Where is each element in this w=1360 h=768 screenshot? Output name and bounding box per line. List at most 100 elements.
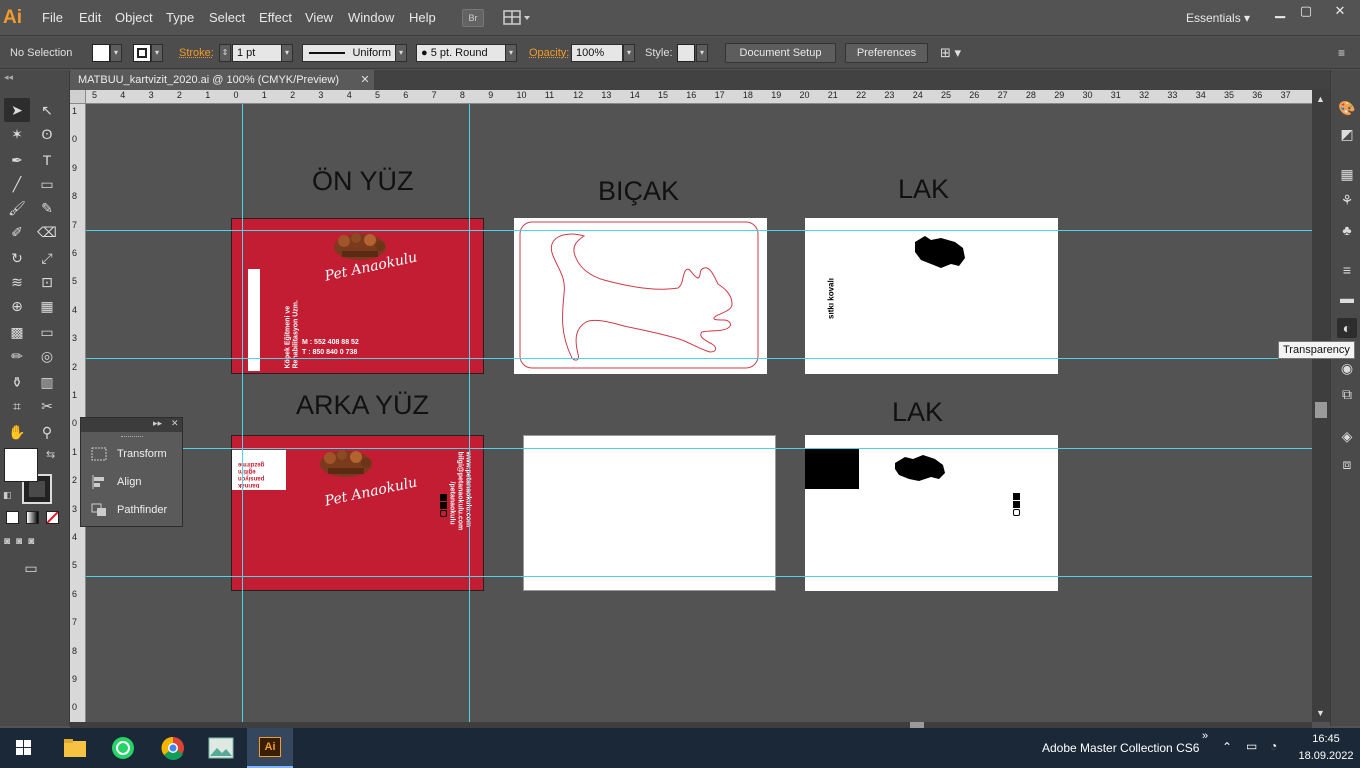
wifi-icon[interactable]: ◔ [1270, 739, 1277, 753]
lasso-tool-icon[interactable]: ʘ [34, 122, 60, 146]
appearance-icon[interactable]: ◉ [1337, 358, 1357, 378]
eraser-tool-icon[interactable]: ⌫ [34, 220, 60, 244]
menu-view[interactable]: View [305, 0, 333, 36]
stroke-panel-icon[interactable]: ≡ [1337, 260, 1357, 280]
opacity-input[interactable]: 100% [571, 44, 623, 62]
taskbar-clock[interactable]: 16:45 18.09.2022 [1296, 731, 1356, 765]
menu-help[interactable]: Help [409, 0, 436, 36]
gradient-tool-icon[interactable]: ▭ [34, 320, 60, 344]
symbol-sprayer-tool-icon[interactable]: ⚱ [4, 370, 30, 394]
brush-definition[interactable]: ● 5 pt. Round [416, 44, 506, 62]
default-colors-icon[interactable]: ◧ [3, 490, 12, 501]
show-hidden-icons-icon[interactable]: ⌃ [1222, 740, 1232, 754]
preferences-button[interactable]: Preferences [845, 43, 928, 63]
pen-tool-icon[interactable]: ✒ [4, 148, 30, 172]
expand-panel-icon[interactable]: ▸▸ [153, 418, 162, 429]
fill-swatch[interactable] [92, 44, 110, 62]
swap-colors-icon[interactable]: ⇆ [46, 448, 55, 461]
guide-horizontal[interactable] [86, 448, 1312, 449]
gradient-mode-icon[interactable] [26, 511, 39, 524]
arrange-documents-button[interactable] [502, 9, 532, 27]
image-viewer-button[interactable] [198, 728, 244, 768]
color-guide-icon[interactable]: ◩ [1337, 124, 1357, 144]
vertical-scrollbar[interactable]: ▲ ▼ [1312, 90, 1330, 722]
tray-app-label[interactable]: Adobe Master Collection CS6 [1042, 728, 1199, 768]
stroke-label[interactable]: Stroke: [179, 37, 214, 69]
knife-card-artboard[interactable] [514, 218, 767, 374]
stroke-swatch-dropdown[interactable]: ▾ [151, 44, 163, 62]
none-mode-icon[interactable] [46, 511, 59, 524]
artboard-canvas[interactable]: ÖN YÜZ BIÇAK LAK ARKA YÜZ LAK Pet Anaoku… [86, 104, 1312, 722]
variable-width-profile[interactable]: Uniform [302, 44, 396, 62]
horizontal-ruler[interactable]: 5 4 3 2 1 0 1 2 3 4 5 6 7 8 9 10 11 12 13 14 15 16 17 18 19 20 21 2… [86, 90, 1312, 104]
rectangle-tool-icon[interactable]: ▭ [34, 172, 60, 196]
close-window-button[interactable]: ✕ [1328, 2, 1352, 20]
stroke-weight-input[interactable]: 1 pt [232, 44, 282, 62]
brush-dropdown[interactable]: ▾ [505, 44, 517, 62]
slice-tool-icon[interactable]: ✂ [34, 394, 60, 418]
transform-panel-item[interactable]: Transform [91, 444, 167, 464]
gradient-panel-icon[interactable]: ▬ [1337, 288, 1357, 308]
menu-effect[interactable]: Effect [259, 0, 292, 36]
artboards-icon[interactable]: ⧈ [1337, 454, 1357, 474]
workspace-switcher[interactable]: Essentials ▾ [1186, 0, 1250, 36]
menu-object[interactable]: Object [115, 0, 153, 36]
magic-wand-tool-icon[interactable]: ✶ [4, 122, 30, 146]
scale-tool-icon[interactable]: ⤢ [34, 246, 60, 270]
guide-vertical[interactable] [469, 104, 470, 722]
chrome-button[interactable] [150, 728, 196, 768]
opacity-label[interactable]: Opacity: [529, 37, 569, 69]
column-graph-tool-icon[interactable]: ▥ [34, 370, 60, 394]
lak-top-card-artboard[interactable]: sıtkı kovalı [805, 218, 1058, 374]
stroke-stepper[interactable]: ⇕ [219, 44, 231, 62]
opacity-dropdown[interactable]: ▾ [623, 44, 635, 62]
artboard-tool-icon[interactable]: ⌗ [4, 394, 30, 418]
whatsapp-button[interactable] [100, 728, 146, 768]
type-tool-icon[interactable]: T [34, 148, 60, 172]
menu-type[interactable]: Type [166, 0, 194, 36]
align-panel-item[interactable]: Align [91, 472, 141, 492]
arrange-icon[interactable]: ⊞ ▾ [940, 37, 961, 69]
fill-dropdown[interactable]: ▾ [110, 44, 122, 62]
blob-brush-tool-icon[interactable]: ✐ [4, 220, 30, 244]
document-setup-button[interactable]: Document Setup [725, 43, 836, 63]
transparency-panel-icon[interactable]: ◐ [1337, 318, 1357, 338]
color-panel-icon[interactable]: 🎨 [1337, 98, 1357, 118]
line-segment-tool-icon[interactable]: ╱ [4, 172, 30, 196]
document-tab[interactable]: MATBUU_kartvizit_2020.ai @ 100% (CMYK/Pr… [70, 70, 374, 90]
perspective-grid-tool-icon[interactable]: ▦ [34, 294, 60, 318]
draw-modes-icon[interactable]: ◙◙◙ [4, 536, 66, 550]
graphic-style-dropdown[interactable]: ▾ [696, 44, 708, 62]
graphic-style-swatch[interactable] [677, 44, 695, 62]
guide-vertical[interactable] [242, 104, 243, 722]
restore-button[interactable]: ▢ [1294, 2, 1318, 20]
menu-file[interactable]: File [42, 0, 63, 36]
pathfinder-panel-item[interactable]: Pathfinder [91, 500, 167, 520]
layers-icon[interactable]: ◈ [1337, 426, 1357, 446]
panel-menu-icon[interactable]: ≡ [1338, 37, 1345, 69]
stroke-weight-dropdown[interactable]: ▾ [281, 44, 293, 62]
vertical-ruler[interactable]: 1098765432101234567890 [70, 104, 86, 722]
hand-tool-icon[interactable]: ✋ [4, 420, 30, 444]
lak-bottom-card-artboard[interactable] [805, 435, 1058, 591]
warp-tool-icon[interactable]: ≋ [4, 270, 30, 294]
minimize-button[interactable]: ▁ [1268, 2, 1292, 20]
swatches-icon[interactable]: ▦ [1337, 164, 1357, 184]
front-card-artboard[interactable]: Pet Anaokulu sıtkı kovalı Köpek Eğitmeni… [231, 218, 484, 374]
rotate-tool-icon[interactable]: ↻ [4, 246, 30, 270]
paintbrush-tool-icon[interactable]: 🖌 [4, 196, 30, 220]
file-explorer-button[interactable] [52, 728, 98, 768]
free-transform-tool-icon[interactable]: ⊡ [34, 270, 60, 294]
toolbar-expand-icon[interactable]: » [1202, 730, 1208, 742]
blend-tool-icon[interactable]: ◎ [34, 344, 60, 368]
panel-header[interactable]: ▸▸ ✕ [81, 418, 182, 432]
close-tab-icon[interactable]: ✕ [358, 70, 372, 90]
scroll-up-icon[interactable]: ▲ [1316, 94, 1325, 104]
brushes-icon[interactable]: ⚘ [1337, 190, 1357, 210]
menu-edit[interactable]: Edit [79, 0, 101, 36]
fill-color-icon[interactable] [4, 448, 38, 482]
selection-tool-icon[interactable]: ➤ [4, 98, 30, 122]
shape-builder-tool-icon[interactable]: ⊕ [4, 294, 30, 318]
back-card-artboard[interactable]: barınak pansiyon eğitim gezdirme Pet Ana… [231, 435, 484, 591]
stroke-swatch[interactable] [133, 44, 151, 62]
